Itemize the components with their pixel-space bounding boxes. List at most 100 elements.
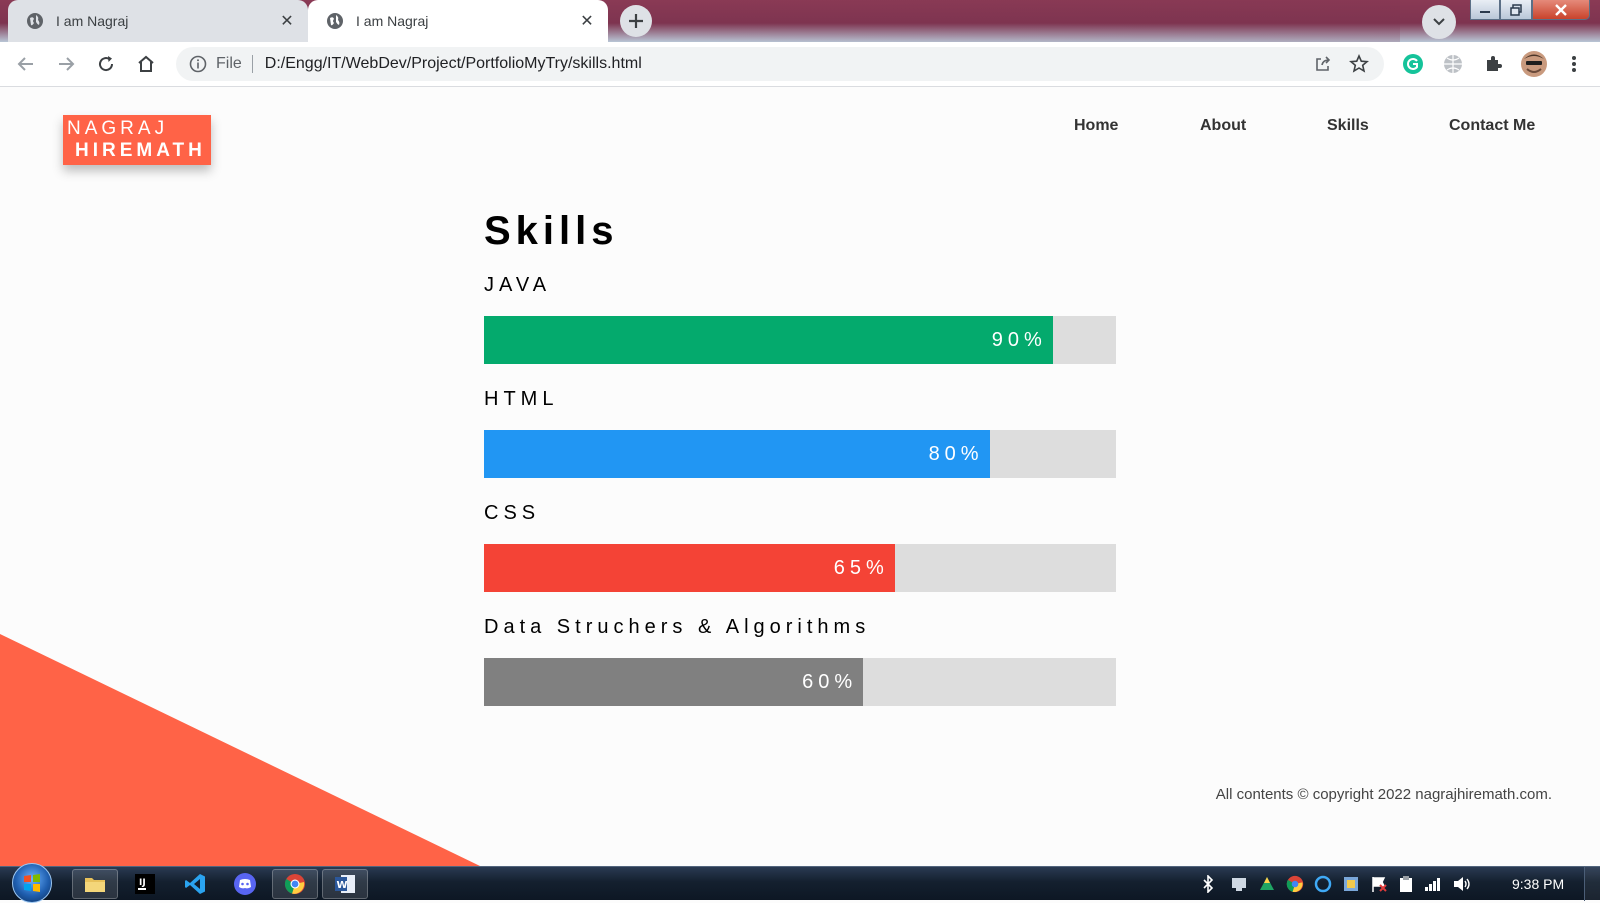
footer-copyright: All contents © copyright 2022 nagrajhire…: [1215, 786, 1552, 803]
skill-bar-css: 65%: [484, 544, 1116, 592]
chrome-icon[interactable]: [1286, 875, 1304, 893]
arrow-right-icon: [59, 57, 75, 71]
back-button[interactable]: [14, 52, 38, 76]
skill-label-dsa: Data Struchers & Algorithms: [484, 616, 871, 638]
more-vertical-icon: [1572, 56, 1576, 72]
security-icon[interactable]: [1342, 875, 1360, 893]
skill-label-html: HTML: [484, 388, 559, 410]
taskbar-chrome[interactable]: [272, 869, 318, 899]
skill-label-css: CSS: [484, 502, 541, 524]
menu-button[interactable]: [1562, 52, 1586, 76]
tab-strip-background: [640, 0, 1400, 42]
nav-link-skills[interactable]: Skills: [1327, 117, 1369, 135]
bookmark-button[interactable]: [1348, 53, 1370, 75]
home-button[interactable]: [134, 52, 158, 76]
close-icon: [1555, 3, 1567, 16]
folder-icon: [85, 878, 105, 892]
star-icon: [1349, 54, 1369, 73]
drive-icon[interactable]: [1258, 875, 1276, 893]
avatar: [1521, 51, 1547, 77]
new-tab-button[interactable]: [620, 5, 652, 37]
nav-link-home[interactable]: Home: [1074, 117, 1118, 135]
windows-logo-icon: [24, 874, 40, 892]
skill-bar-fill: 65%: [484, 544, 895, 592]
profile-button[interactable]: [1520, 50, 1548, 78]
puzzle-icon: [1487, 56, 1502, 71]
show-desktop-button[interactable]: [1584, 867, 1600, 901]
word-icon: W: [335, 875, 355, 893]
skills-section: Skills JAVA 90% HTML 80% CSS 65% Data St…: [484, 208, 1116, 706]
minimize-button[interactable]: [1470, 0, 1500, 20]
chrome-icon: [284, 874, 305, 894]
volume-icon[interactable]: [1452, 875, 1472, 893]
discord-icon: [234, 873, 256, 895]
action-center-flag-icon[interactable]: [1370, 875, 1388, 893]
svg-text:IJ: IJ: [139, 878, 146, 888]
address-bar[interactable]: File D:/Engg/IT/WebDev/Project/Portfolio…: [176, 47, 1384, 81]
skill-bar-html: 80%: [484, 430, 1116, 478]
skill-bar-fill: 90%: [484, 316, 1053, 364]
chevron-down-icon: [1433, 18, 1445, 26]
grammarly-extension[interactable]: [1401, 52, 1425, 76]
taskbar-vscode[interactable]: [172, 869, 218, 899]
close-tab-icon[interactable]: ✕: [574, 8, 600, 34]
info-icon[interactable]: [188, 54, 208, 74]
taskbar-explorer[interactable]: [72, 869, 118, 899]
translate-extension[interactable]: [1441, 52, 1465, 76]
globe-icon: [327, 13, 343, 29]
taskbar-discord[interactable]: [222, 869, 268, 899]
skill-percent: 90%: [991, 329, 1047, 351]
url-separator: [251, 55, 253, 73]
window-close-button[interactable]: [1532, 0, 1590, 20]
window-controls: [1470, 0, 1590, 22]
skill-label-java: JAVA: [484, 274, 552, 296]
forward-button[interactable]: [54, 52, 78, 76]
browser-tab-strip: I am Nagraj ✕ I am Nagraj ✕: [0, 0, 1600, 42]
skill-bar-java: 90%: [484, 316, 1116, 364]
grammarly-icon: [1403, 54, 1423, 74]
network-adapter-icon[interactable]: [1230, 875, 1248, 893]
share-icon: [1316, 56, 1331, 71]
tab-title: I am Nagraj: [356, 13, 429, 29]
home-icon: [138, 55, 154, 72]
url-text[interactable]: D:/Engg/IT/WebDev/Project/PortfolioMyTry…: [265, 55, 1312, 73]
logo-line-1: NAGRAJ: [67, 118, 169, 139]
minimize-icon: [1480, 10, 1490, 13]
close-tab-icon[interactable]: ✕: [274, 8, 300, 34]
globe-icon: [1444, 55, 1462, 73]
bluetooth-icon[interactable]: [1200, 875, 1216, 893]
restore-icon: [1510, 3, 1522, 16]
reload-button[interactable]: [94, 52, 118, 76]
page-title: Skills: [484, 209, 619, 253]
vscode-icon: [185, 874, 205, 894]
extensions-button[interactable]: [1481, 52, 1505, 76]
nav-link-about[interactable]: About: [1200, 117, 1246, 135]
skill-percent: 65%: [833, 557, 889, 579]
web-page: NAGRAJ HIREMATH Home About Skills Contac…: [0, 88, 1600, 866]
logo-line-2: HIREMATH: [75, 140, 206, 161]
skill-percent: 80%: [928, 443, 984, 465]
restore-button[interactable]: [1500, 0, 1532, 20]
browser-tab-1[interactable]: I am Nagraj ✕: [8, 0, 308, 42]
clipboard-icon[interactable]: [1398, 875, 1414, 893]
intellij-icon: IJ: [135, 874, 155, 894]
taskbar-intellij[interactable]: IJ: [122, 869, 168, 899]
taskbar-clock[interactable]: 9:38 PM: [1512, 876, 1564, 892]
sync-icon[interactable]: [1314, 875, 1332, 893]
signal-icon[interactable]: [1424, 876, 1442, 892]
skill-percent: 60%: [802, 671, 858, 693]
share-button[interactable]: [1312, 53, 1334, 75]
nav-link-contact[interactable]: Contact Me: [1449, 117, 1535, 135]
arrow-left-icon: [17, 57, 33, 71]
browser-tab-2[interactable]: I am Nagraj ✕: [308, 0, 608, 42]
svg-text:W: W: [337, 880, 348, 891]
skill-bar-dsa: 60%: [484, 658, 1116, 706]
url-scheme-label: File: [216, 55, 242, 72]
start-button[interactable]: [12, 863, 52, 903]
tab-title: I am Nagraj: [56, 13, 129, 29]
tab-search-button[interactable]: [1422, 5, 1456, 39]
taskbar-word[interactable]: W: [322, 869, 368, 899]
site-logo[interactable]: NAGRAJ HIREMATH: [63, 115, 211, 165]
globe-icon: [27, 13, 43, 29]
system-tray: [1200, 874, 1472, 894]
